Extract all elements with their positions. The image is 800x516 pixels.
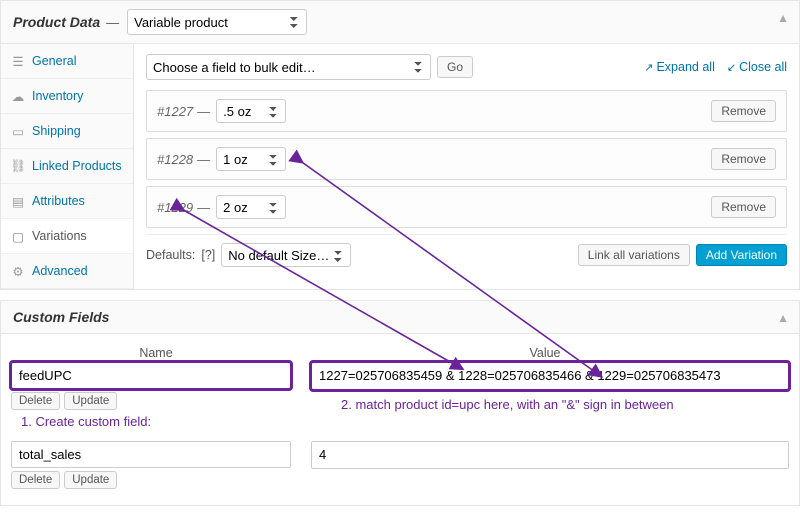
expand-icon: ↗ (644, 61, 653, 74)
custom-fields-title: Custom Fields (13, 309, 109, 325)
link-icon: ⛓ (11, 159, 25, 173)
product-data-tabs: ☰General ☁Inventory ▭Shipping ⛓Linked Pr… (1, 44, 134, 289)
custom-field-name-input[interactable] (11, 441, 291, 468)
advanced-icon: ⚙ (11, 264, 25, 278)
settings-icon: ☰ (11, 54, 25, 68)
variation-size-select[interactable]: 2 oz (216, 195, 286, 219)
defaults-label: Defaults: (146, 248, 195, 262)
attributes-icon: ▤ (11, 194, 25, 208)
add-variation-button[interactable]: Add Variation (696, 244, 787, 266)
tab-shipping[interactable]: ▭Shipping (1, 114, 133, 149)
variation-size-select[interactable]: 1 oz (216, 147, 286, 171)
defaults-help[interactable]: [?] (201, 248, 215, 262)
tab-general[interactable]: ☰General (1, 44, 133, 79)
link-all-variations-button[interactable]: Link all variations (578, 244, 690, 266)
collapse-toggle-icon[interactable]: ▲ (777, 11, 789, 25)
tab-inventory[interactable]: ☁Inventory (1, 79, 133, 114)
default-size-select[interactable]: No default Size… (221, 243, 351, 267)
tab-linked-products[interactable]: ⛓Linked Products (1, 149, 133, 184)
update-button[interactable]: Update (64, 471, 117, 489)
update-button[interactable]: Update (64, 392, 117, 410)
collapse-icon: ↙ (727, 61, 736, 74)
tab-variations[interactable]: ▢Variations (1, 219, 133, 254)
inventory-icon: ☁ (11, 89, 25, 103)
remove-button[interactable]: Remove (711, 196, 776, 218)
variation-size-select[interactable]: .5 oz (216, 99, 286, 123)
annotation-1: 1. Create custom field: (21, 414, 291, 429)
cf-value-header: Value (301, 346, 789, 360)
shipping-icon: ▭ (11, 124, 25, 138)
variation-id: #1227 (157, 104, 193, 119)
dash: — (106, 15, 119, 30)
variation-row[interactable]: #1229 — 2 oz Remove (146, 186, 787, 228)
expand-all-link[interactable]: ↗Expand all (644, 60, 715, 74)
annotation-2: 2. match product id=upc here, with an "&… (341, 397, 789, 412)
product-data-header: Product Data — Variable product ▲ (1, 1, 799, 44)
variations-icon: ▢ (11, 229, 25, 243)
tab-advanced[interactable]: ⚙Advanced (1, 254, 133, 289)
bulk-edit-select[interactable]: Choose a field to bulk edit… (146, 54, 431, 80)
variation-row[interactable]: #1227 — .5 oz Remove (146, 90, 787, 132)
remove-button[interactable]: Remove (711, 148, 776, 170)
delete-button[interactable]: Delete (11, 392, 60, 410)
custom-fields-panel: Custom Fields ▲ Name Value Delete Update… (0, 300, 800, 506)
variation-id: #1228 (157, 152, 193, 167)
go-button[interactable]: Go (437, 56, 473, 78)
custom-field-name-input[interactable] (11, 362, 291, 389)
product-type-select[interactable]: Variable product (127, 9, 307, 35)
delete-button[interactable]: Delete (11, 471, 60, 489)
product-data-panel: Product Data — Variable product ▲ ☰Gener… (0, 0, 800, 290)
cf-name-header: Name (11, 346, 301, 360)
custom-fields-header: Custom Fields ▲ (1, 301, 799, 334)
variation-id: #1229 (157, 200, 193, 215)
custom-field-value-input[interactable]: 1227=025706835459 & 1228=025706835466 & … (311, 362, 789, 390)
remove-button[interactable]: Remove (711, 100, 776, 122)
close-all-link[interactable]: ↙Close all (727, 60, 787, 74)
product-data-title: Product Data (13, 14, 100, 30)
tab-attributes[interactable]: ▤Attributes (1, 184, 133, 219)
custom-field-value-input[interactable]: 4 (311, 441, 789, 469)
collapse-toggle-icon[interactable]: ▲ (777, 311, 789, 325)
variations-content: Choose a field to bulk edit… Go ↗Expand … (134, 44, 799, 289)
variation-row[interactable]: #1228 — 1 oz Remove (146, 138, 787, 180)
